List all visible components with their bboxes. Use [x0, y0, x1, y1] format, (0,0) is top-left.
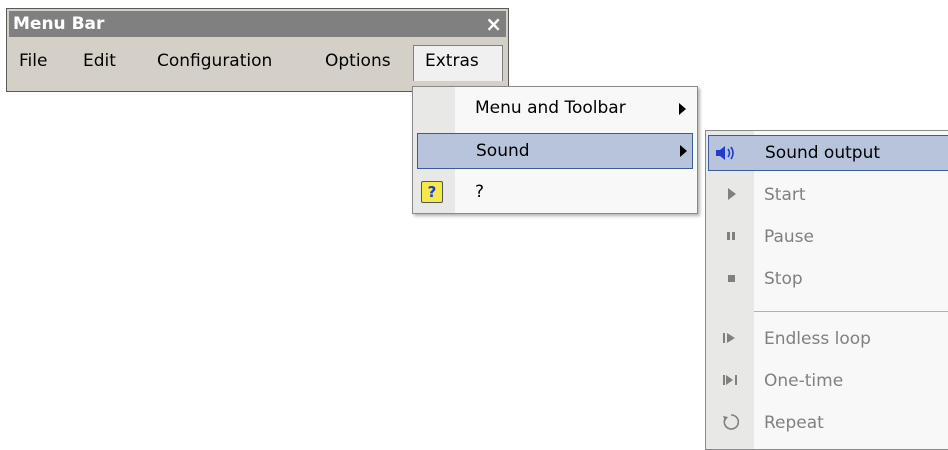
menu-item-pause: Pause: [706, 219, 948, 257]
menu-item-label: Menu and Toolbar: [475, 98, 626, 118]
menu-item-label: One-time: [764, 371, 844, 391]
menu-item-start: Start: [706, 177, 948, 215]
menu-item-label: Stop: [764, 269, 803, 289]
menu-item-endless-loop: Endless loop: [706, 321, 948, 359]
menu-extras[interactable]: Extras: [425, 51, 479, 71]
window-title: Menu Bar: [13, 14, 105, 34]
menu-item-one-time: One-time: [706, 363, 948, 401]
menu-item-label: Start: [764, 185, 806, 205]
menu-item-label: Repeat: [764, 413, 824, 433]
close-icon[interactable]: ×: [485, 12, 502, 36]
menu-separator: [754, 311, 948, 312]
menu-configuration[interactable]: Configuration: [157, 51, 272, 71]
window-titlebar[interactable]: Menu Bar ×: [9, 11, 506, 37]
menu-item-label: Endless loop: [764, 329, 871, 349]
menu-item-menu-and-toolbar[interactable]: Menu and Toolbar: [413, 91, 697, 127]
menu-edit[interactable]: Edit: [83, 51, 116, 71]
pause-icon: [726, 229, 746, 247]
menu-item-label: Sound output: [765, 143, 881, 163]
menu-options[interactable]: Options: [325, 51, 391, 71]
stop-icon: [726, 271, 746, 289]
play-icon: [726, 187, 746, 205]
menu-toolbar-window: Menu Bar × File Edit Configuration Optio…: [6, 8, 509, 92]
menu-item-label: ?: [475, 182, 485, 202]
menu-item-stop: Stop: [706, 261, 948, 299]
speaker-icon: [715, 144, 735, 162]
menu-item-sound-output[interactable]: Sound output: [708, 135, 948, 171]
submenu-arrow-icon: [679, 103, 686, 115]
sound-submenu: Sound output Start Pause Stop Endless lo…: [705, 130, 948, 450]
menu-item-label: Sound: [476, 141, 530, 161]
menu-file[interactable]: File: [19, 51, 47, 71]
menu-item-help[interactable]: ? ?: [413, 175, 697, 211]
help-icon: ?: [421, 181, 443, 203]
loop-icon: [722, 331, 742, 349]
menu-item-repeat: Repeat: [706, 405, 948, 443]
one-time-icon: [722, 373, 742, 391]
menu-item-label: Pause: [764, 227, 814, 247]
submenu-arrow-icon: [680, 145, 687, 157]
menu-item-sound[interactable]: Sound: [417, 133, 693, 169]
menu-bar: File Edit Configuration Options Extras: [9, 45, 506, 81]
repeat-icon: [720, 411, 740, 430]
extras-dropdown: Menu and Toolbar Sound ? ?: [412, 86, 698, 214]
